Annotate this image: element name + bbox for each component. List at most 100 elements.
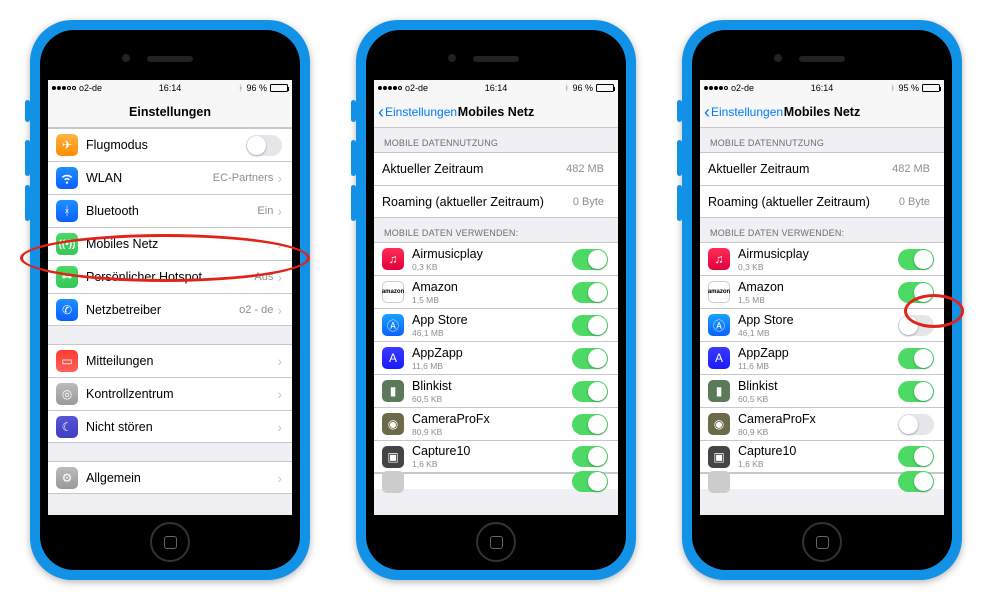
row-label: Roaming (aktueller Zeitraum) bbox=[382, 195, 573, 209]
app-row[interactable]: amazon Amazon1,5 MB bbox=[374, 275, 618, 308]
status-time: 16:14 bbox=[811, 83, 834, 93]
app-toggle[interactable] bbox=[572, 348, 608, 369]
row-current-period[interactable]: Aktueller Zeitraum482 MB bbox=[700, 152, 944, 185]
row-value: o2 - de bbox=[239, 304, 273, 316]
app-toggle[interactable] bbox=[898, 348, 934, 369]
bluetooth-icon: ᚼ bbox=[564, 83, 569, 93]
app-row[interactable]: ◉ CameraProFx80,9 KB bbox=[374, 407, 618, 440]
app-toggle[interactable] bbox=[898, 249, 934, 270]
app-name: CameraProFx bbox=[412, 412, 572, 426]
app-icon: Ⓐ bbox=[708, 314, 730, 336]
row-label: Mobiles Netz bbox=[86, 237, 277, 251]
app-toggle[interactable] bbox=[572, 471, 608, 492]
row-airplane[interactable]: ✈ Flugmodus bbox=[48, 128, 292, 161]
row-value: Aus bbox=[254, 271, 273, 283]
row-carrier[interactable]: ✆ Netzbetreiber o2 - de› bbox=[48, 293, 292, 326]
app-row[interactable]: ♫ Airmusicplay0,3 KB bbox=[374, 242, 618, 275]
app-row[interactable]: ◉ CameraProFx80,9 KB bbox=[700, 407, 944, 440]
app-row[interactable]: ▮ Blinkist60,5 KB bbox=[700, 374, 944, 407]
app-size: 0,3 KB bbox=[738, 262, 898, 272]
row-label: Aktueller Zeitraum bbox=[382, 162, 566, 176]
battery-percent: 96 % bbox=[572, 83, 593, 93]
app-row[interactable]: amazon Amazon1,5 MB bbox=[700, 275, 944, 308]
phone-frame-1: o2-de 16:14 ᚼ 96 % Einstellungen ✈ Flug bbox=[30, 20, 310, 580]
app-toggle[interactable] bbox=[898, 315, 934, 336]
app-size: 80,9 KB bbox=[738, 427, 898, 437]
app-size: 11,6 MB bbox=[738, 361, 898, 371]
app-row[interactable]: Ⓐ App Store46,1 MB bbox=[374, 308, 618, 341]
nav-title: Einstellungen bbox=[129, 105, 211, 119]
nav-bar: ‹Einstellungen Mobiles Netz bbox=[374, 96, 618, 128]
home-button[interactable] bbox=[150, 522, 190, 562]
app-row[interactable]: ▣ Capture101,6 KB bbox=[700, 440, 944, 473]
airplane-toggle[interactable] bbox=[246, 135, 282, 156]
status-bar: o2-de 16:14 ᚼ 95 % bbox=[700, 80, 944, 96]
carrier-label: o2-de bbox=[731, 83, 754, 93]
app-toggle[interactable] bbox=[572, 414, 608, 435]
home-button[interactable] bbox=[802, 522, 842, 562]
row-general[interactable]: ⚙ Allgemein › bbox=[48, 461, 292, 494]
section-header: MOBILE DATEN VERWENDEN: bbox=[700, 218, 944, 242]
app-toggle[interactable] bbox=[572, 381, 608, 402]
app-toggle[interactable] bbox=[572, 446, 608, 467]
app-size: 1,6 KB bbox=[738, 459, 898, 469]
app-toggle[interactable] bbox=[898, 381, 934, 402]
app-size: 46,1 MB bbox=[412, 328, 572, 338]
app-row[interactable]: ♫ Airmusicplay0,3 KB bbox=[700, 242, 944, 275]
row-label: Roaming (aktueller Zeitraum) bbox=[708, 195, 899, 209]
home-button[interactable] bbox=[476, 522, 516, 562]
app-toggle[interactable] bbox=[898, 282, 934, 303]
row-controlcenter[interactable]: ◎ Kontrollzentrum › bbox=[48, 377, 292, 410]
row-cellular[interactable]: ((•)) Mobiles Netz › bbox=[48, 227, 292, 260]
row-wifi[interactable]: WLAN EC-Partners› bbox=[48, 161, 292, 194]
section-header: MOBILE DATENNUTZUNG bbox=[700, 128, 944, 152]
row-hotspot[interactable]: ⊶ Persönlicher Hotspot Aus› bbox=[48, 260, 292, 293]
app-toggle[interactable] bbox=[572, 315, 608, 336]
app-row[interactable]: A AppZapp11,6 MB bbox=[374, 341, 618, 374]
row-bluetooth[interactable]: ᚼ Bluetooth Ein› bbox=[48, 194, 292, 227]
row-roaming[interactable]: Roaming (aktueller Zeitraum)0 Byte bbox=[700, 185, 944, 218]
row-current-period[interactable]: Aktueller Zeitraum482 MB bbox=[374, 152, 618, 185]
app-name: App Store bbox=[738, 313, 898, 327]
app-row[interactable]: ▮ Blinkist60,5 KB bbox=[374, 374, 618, 407]
app-name: Amazon bbox=[738, 280, 898, 294]
row-label: Bluetooth bbox=[86, 204, 257, 218]
app-toggle[interactable] bbox=[898, 414, 934, 435]
app-row-partial bbox=[700, 473, 944, 489]
chevron-right-icon: › bbox=[277, 470, 282, 486]
app-size: 80,9 KB bbox=[412, 427, 572, 437]
app-row[interactable]: Ⓐ App Store46,1 MB bbox=[700, 308, 944, 341]
app-icon: ◉ bbox=[708, 413, 730, 435]
back-button[interactable]: ‹Einstellungen bbox=[378, 103, 457, 121]
row-label: Mitteilungen bbox=[86, 354, 277, 368]
chevron-right-icon: › bbox=[277, 419, 282, 435]
app-icon: ▣ bbox=[382, 446, 404, 468]
row-label: Aktueller Zeitraum bbox=[708, 162, 892, 176]
screen-settings: o2-de 16:14 ᚼ 96 % Einstellungen ✈ Flug bbox=[48, 80, 292, 515]
app-name: Capture10 bbox=[412, 444, 572, 458]
battery-icon bbox=[922, 84, 940, 92]
row-notifications[interactable]: ▭ Mitteilungen › bbox=[48, 344, 292, 377]
phone-frame-3: o2-de 16:14 ᚼ 95 % ‹Einstellungen Mobile… bbox=[682, 20, 962, 580]
app-toggle[interactable] bbox=[898, 471, 934, 492]
hotspot-icon: ⊶ bbox=[56, 266, 78, 288]
nav-bar: Einstellungen bbox=[48, 96, 292, 128]
gear-icon: ⚙ bbox=[56, 467, 78, 489]
app-toggle[interactable] bbox=[572, 282, 608, 303]
back-button[interactable]: ‹Einstellungen bbox=[704, 103, 783, 121]
app-name: Blinkist bbox=[412, 379, 572, 393]
battery-percent: 96 % bbox=[246, 83, 267, 93]
carrier-label: o2-de bbox=[405, 83, 428, 93]
app-toggle[interactable] bbox=[898, 446, 934, 467]
app-row[interactable]: A AppZapp11,6 MB bbox=[700, 341, 944, 374]
nav-bar: ‹Einstellungen Mobiles Netz bbox=[700, 96, 944, 128]
screen-mobile: o2-de 16:14 ᚼ 95 % ‹Einstellungen Mobile… bbox=[700, 80, 944, 515]
notifications-icon: ▭ bbox=[56, 350, 78, 372]
app-toggle[interactable] bbox=[572, 249, 608, 270]
wifi-icon bbox=[56, 167, 78, 189]
status-time: 16:14 bbox=[159, 83, 182, 93]
row-value: 482 MB bbox=[566, 163, 604, 175]
app-row[interactable]: ▣ Capture101,6 KB bbox=[374, 440, 618, 473]
row-roaming[interactable]: Roaming (aktueller Zeitraum)0 Byte bbox=[374, 185, 618, 218]
row-dnd[interactable]: ☾ Nicht stören › bbox=[48, 410, 292, 443]
